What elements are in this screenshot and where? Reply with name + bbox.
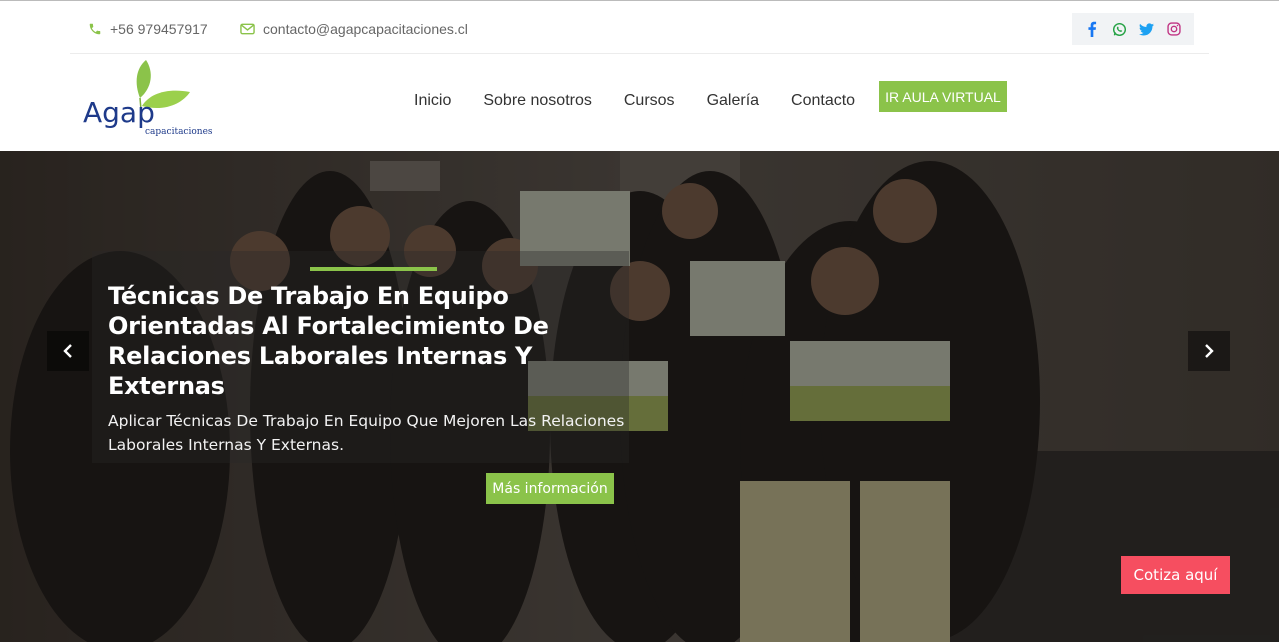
more-info-button[interactable]: Más información	[486, 473, 614, 504]
agap-logo[interactable]: Agap capacitaciones	[82, 58, 212, 140]
phone-icon	[89, 23, 101, 35]
whatsapp-icon[interactable]	[1107, 17, 1131, 41]
nav-sobre-nosotros[interactable]: Sobre nosotros	[483, 92, 592, 110]
social-links	[1072, 13, 1194, 45]
nav-cursos[interactable]: Cursos	[624, 92, 675, 110]
main-nav: Inicio Sobre nosotros Cursos Galería Con…	[414, 92, 887, 110]
top-contact-bar: +56 979457917 contacto@agapcapacitacione…	[70, 1, 1209, 54]
slider-next-button[interactable]	[1188, 331, 1230, 371]
instagram-icon[interactable]	[1162, 17, 1186, 41]
logo-subtext: capacitaciones	[145, 127, 212, 137]
facebook-icon[interactable]	[1080, 17, 1104, 41]
email-address: contacto@agapcapacitaciones.cl	[263, 21, 468, 37]
slide-title: Técnicas De Trabajo En Equipo Orientadas…	[108, 282, 549, 400]
logo-wordmark: Agap	[83, 96, 155, 129]
phone-number: +56 979457917	[110, 21, 208, 37]
nav-galeria[interactable]: Galería	[707, 92, 759, 110]
site-header: Agap capacitaciones Inicio Sobre nosotro…	[0, 55, 1279, 151]
cotiza-button[interactable]: Cotiza aquí	[1121, 556, 1230, 594]
nav-inicio[interactable]: Inicio	[414, 92, 451, 110]
envelope-icon	[240, 23, 255, 35]
twitter-icon[interactable]	[1135, 17, 1159, 41]
aula-virtual-button[interactable]: IR AULA VIRTUAL	[879, 81, 1007, 112]
slide-description: Aplicar Técnicas De Trabajo En Equipo Qu…	[108, 412, 625, 454]
caption-accent-line	[310, 267, 437, 271]
phone-contact[interactable]: +56 979457917	[88, 21, 208, 37]
email-contact[interactable]: contacto@agapcapacitaciones.cl	[240, 21, 468, 37]
slider-prev-button[interactable]	[47, 331, 89, 371]
chevron-left-icon	[63, 344, 72, 358]
chevron-right-icon	[1205, 344, 1214, 358]
hero-slider: Técnicas De Trabajo En Equipo Orientadas…	[0, 151, 1279, 642]
nav-contacto[interactable]: Contacto	[791, 92, 855, 110]
